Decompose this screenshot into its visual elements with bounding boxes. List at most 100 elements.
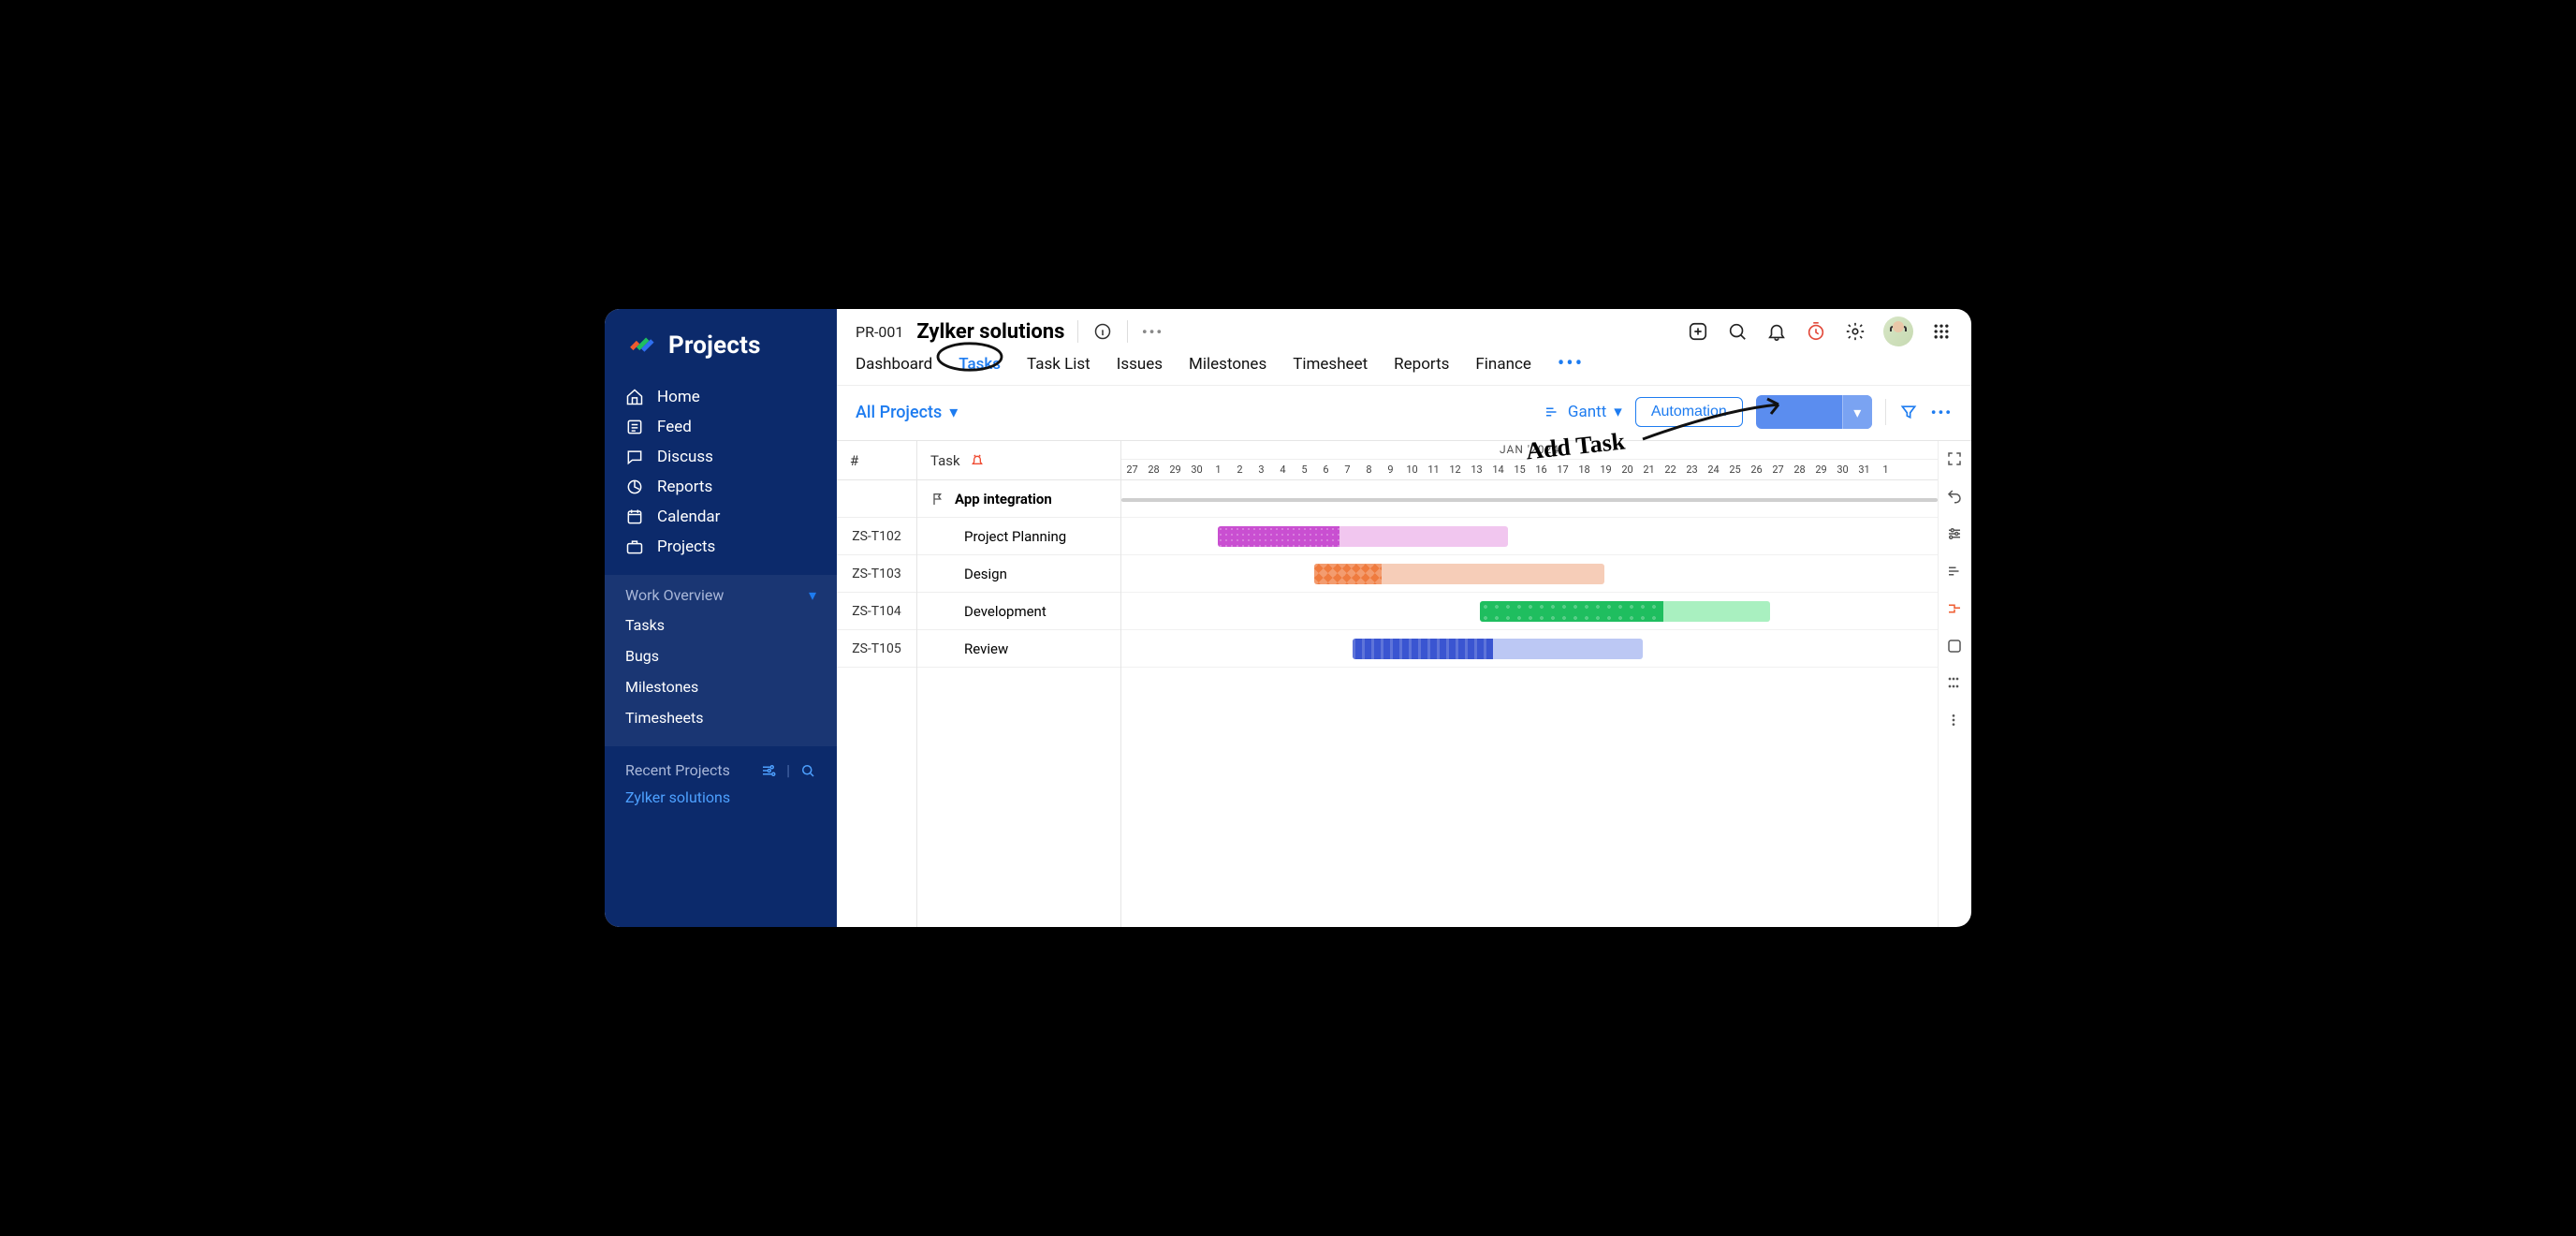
brand: Projects <box>605 320 837 378</box>
sidebar-item-calendar[interactable]: Calendar <box>605 502 837 532</box>
sliders-icon[interactable] <box>1946 525 1965 544</box>
discuss-icon <box>625 448 644 466</box>
undo-icon[interactable] <box>1946 488 1965 507</box>
chevron-down-icon: ▾ <box>809 586 816 604</box>
automation-button[interactable]: Automation <box>1635 397 1743 427</box>
more-vertical-icon[interactable] <box>1946 713 1965 731</box>
search-icon[interactable] <box>1726 320 1749 343</box>
bars-icon[interactable] <box>1946 563 1965 581</box>
recent-project-link[interactable]: Zylker solutions <box>625 788 816 806</box>
gantt-icon <box>1544 404 1560 420</box>
gantt-timeline[interactable]: JAN '2024 272829301234567891011121314151… <box>1121 441 1938 927</box>
dependency-icon[interactable] <box>1946 600 1965 619</box>
alert-icon <box>970 453 985 468</box>
recent-projects: Recent Projects | Zylker solutions <box>605 746 837 816</box>
wo-item-timesheets[interactable]: Timesheets <box>625 702 816 733</box>
gear-icon[interactable] <box>1844 320 1866 343</box>
sidebar-label: Reports <box>657 478 712 496</box>
expand-icon[interactable] <box>1946 450 1965 469</box>
apps-grid-icon[interactable] <box>1930 320 1953 343</box>
group-name: App integration <box>955 491 1052 508</box>
tab-reports[interactable]: Reports <box>1394 355 1449 374</box>
task-group-row[interactable]: App integration <box>917 480 1120 518</box>
task-row[interactable]: Design <box>917 555 1120 593</box>
gantt-view: # ZS-T102 ZS-T103 ZS-T104 ZS-T105 Task A… <box>837 440 1971 927</box>
timeline-day: 25 <box>1724 460 1746 479</box>
nav-list: Home Feed Discuss Reports Calendar Proje… <box>605 378 837 575</box>
gantt-bar[interactable] <box>1480 601 1770 622</box>
brand-icon <box>625 330 657 361</box>
tab-tasks[interactable]: Tasks <box>959 355 1001 374</box>
sidebar-label: Projects <box>657 537 715 556</box>
timeline-day: 20 <box>1617 460 1638 479</box>
info-icon[interactable] <box>1091 320 1114 343</box>
add-task-dropdown[interactable]: ▾ <box>1842 395 1872 429</box>
project-header: PR-001 Zylker solutions ••• <box>837 309 1971 346</box>
timeline-day: 8 <box>1358 460 1380 479</box>
tab-more-icon[interactable]: ••• <box>1558 352 1584 375</box>
timeline-day: 4 <box>1272 460 1294 479</box>
task-name: Design <box>930 566 1007 582</box>
timeline-day: 10 <box>1401 460 1423 479</box>
task-row[interactable]: Review <box>917 630 1120 668</box>
wo-item-bugs[interactable]: Bugs <box>625 640 816 671</box>
column-id-header: # <box>837 441 916 480</box>
avatar[interactable] <box>1883 316 1913 346</box>
timeline-day: 11 <box>1423 460 1444 479</box>
column-task-label: Task <box>930 452 960 469</box>
timeline-day: 14 <box>1487 460 1509 479</box>
timeline-day: 28 <box>1143 460 1164 479</box>
column-task-header: Task <box>917 441 1120 480</box>
sidebar-item-discuss[interactable]: Discuss <box>605 442 837 472</box>
search-icon[interactable] <box>799 762 816 779</box>
id-cell <box>837 480 916 518</box>
timeline-day: 24 <box>1703 460 1724 479</box>
view-selector[interactable]: Gantt ▾ <box>1544 403 1622 421</box>
checkbox-icon[interactable] <box>1946 638 1965 656</box>
gantt-bar[interactable] <box>1314 564 1604 584</box>
timer-icon[interactable] <box>1805 320 1827 343</box>
work-overview-header[interactable]: Work Overview ▾ <box>625 586 816 604</box>
tab-task-list[interactable]: Task List <box>1027 355 1090 374</box>
grid-icon[interactable] <box>1946 675 1965 694</box>
filter-icon[interactable] <box>1899 403 1918 421</box>
timeline-month: JAN '2024 <box>1121 441 1938 460</box>
task-row[interactable]: Project Planning <box>917 518 1120 555</box>
all-projects-dropdown[interactable]: All Projects ▾ <box>856 403 958 422</box>
wo-item-milestones[interactable]: Milestones <box>625 671 816 702</box>
sidebar-item-feed[interactable]: Feed <box>605 412 837 442</box>
all-projects-label: All Projects <box>856 403 942 422</box>
more-icon[interactable]: ••• <box>1141 320 1164 343</box>
timeline-row <box>1121 593 1938 630</box>
column-task: Task App integration Project Planning De… <box>917 441 1121 927</box>
tab-issues[interactable]: Issues <box>1117 355 1163 374</box>
task-name: Review <box>930 640 1008 657</box>
tab-milestones[interactable]: Milestones <box>1189 355 1266 374</box>
caret-down-icon: ▾ <box>949 403 958 422</box>
wo-item-tasks[interactable]: Tasks <box>625 610 816 640</box>
add-task-button[interactable]: ▾ <box>1756 395 1872 429</box>
sidebar-item-reports[interactable]: Reports <box>605 472 837 502</box>
tab-dashboard[interactable]: Dashboard <box>856 355 932 374</box>
timeline-day: 19 <box>1595 460 1617 479</box>
more-icon[interactable]: ••• <box>1931 404 1953 421</box>
sidebar-item-home[interactable]: Home <box>605 382 837 412</box>
timeline-day: 1 <box>1208 460 1229 479</box>
settings-sliders-icon[interactable] <box>760 762 777 779</box>
task-row[interactable]: Development <box>917 593 1120 630</box>
app-window: Projects Home Feed Discuss Reports Calen… <box>605 309 1971 927</box>
section-title: Work Overview <box>625 586 724 604</box>
tab-finance[interactable]: Finance <box>1475 355 1530 374</box>
timeline-body <box>1121 480 1938 668</box>
gantt-bar[interactable] <box>1218 526 1508 547</box>
recent-title: Recent Projects <box>625 761 730 779</box>
add-icon[interactable] <box>1687 320 1709 343</box>
sidebar-item-projects[interactable]: Projects <box>605 532 837 562</box>
bell-icon[interactable] <box>1765 320 1788 343</box>
gantt-bar[interactable] <box>1353 639 1643 659</box>
timeline-row <box>1121 518 1938 555</box>
tab-timesheet[interactable]: Timesheet <box>1293 355 1368 374</box>
timeline-day: 17 <box>1552 460 1573 479</box>
id-cell: ZS-T105 <box>837 630 916 668</box>
gantt-left-columns: # ZS-T102 ZS-T103 ZS-T104 ZS-T105 Task A… <box>837 441 1121 927</box>
